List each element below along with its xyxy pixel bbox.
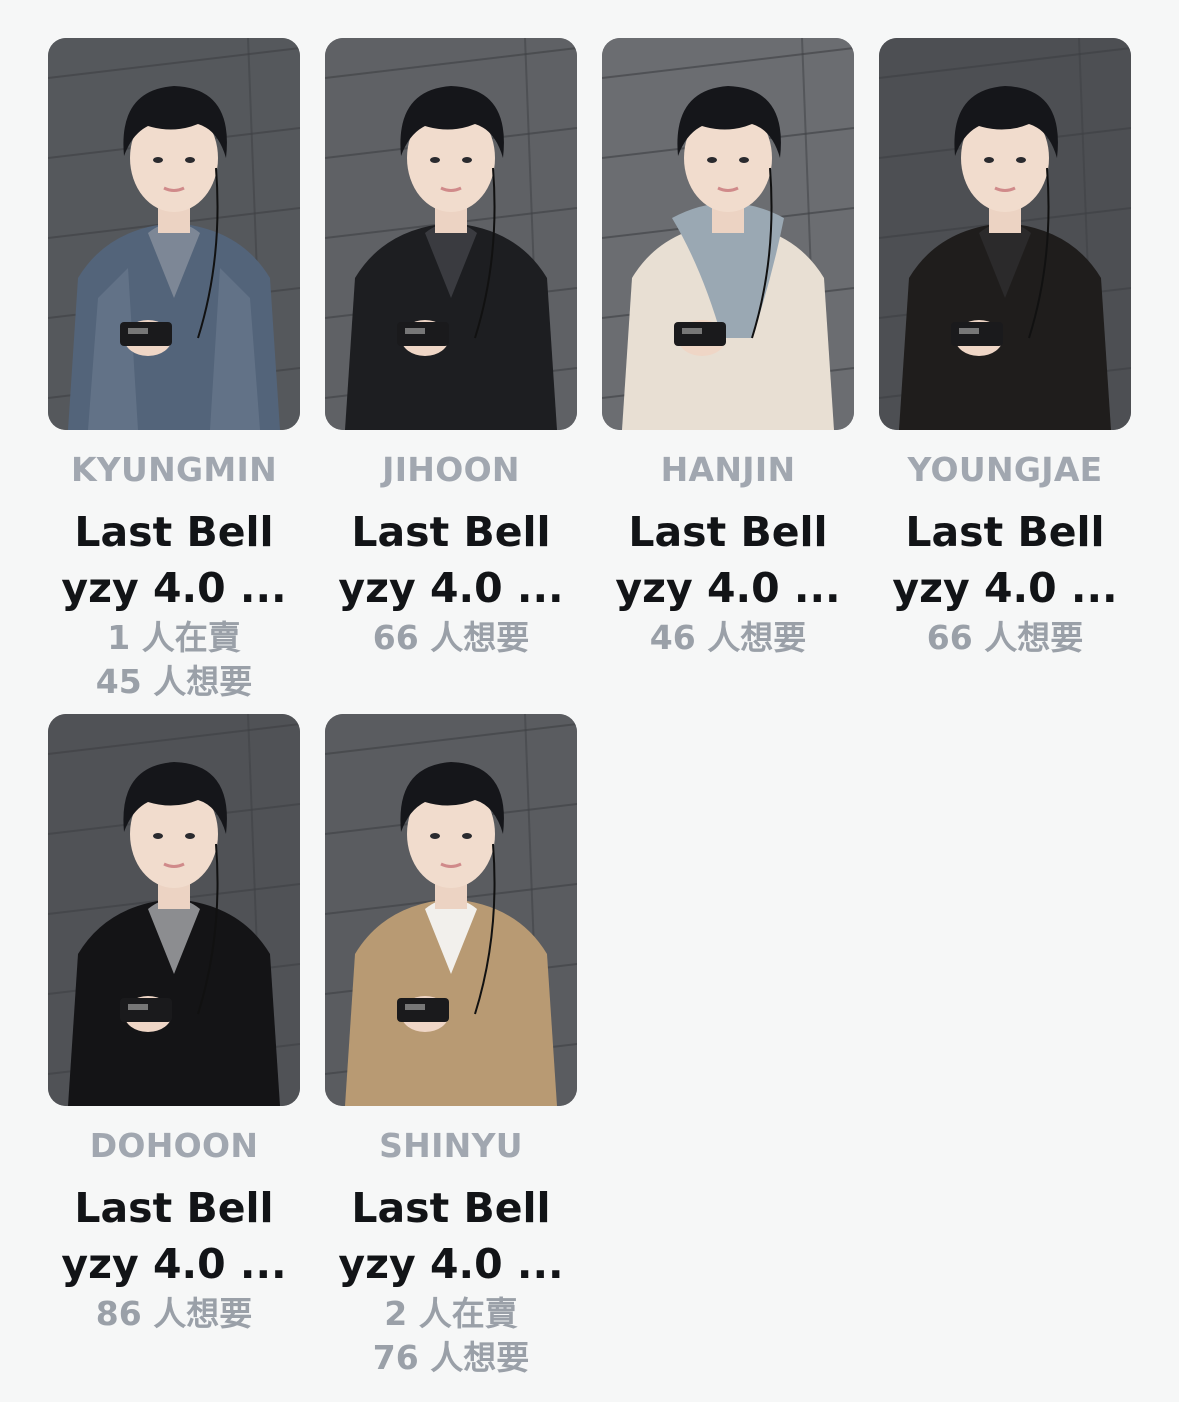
card-title-line2: yzy 4.0 ...: [338, 564, 564, 612]
portrait-illustration: [879, 38, 1131, 430]
member-name: HANJIN: [660, 450, 796, 489]
photocard-item[interactable]: HANJIN Last Bell yzy 4.0 ... 46 人想要: [602, 38, 854, 714]
selling-count: 1 人在賣: [107, 618, 241, 657]
selling-count: 2 人在賣: [384, 1294, 518, 1333]
photocard-image[interactable]: [48, 714, 300, 1106]
photocard-image[interactable]: [879, 38, 1131, 430]
card-title-line1: Last Bell: [74, 1184, 274, 1232]
photocard-item[interactable]: YOUNGJAE Last Bell yzy 4.0 ... 66 人想要: [879, 38, 1131, 714]
member-name: DOHOON: [89, 1126, 259, 1165]
card-title: Last Bell yzy 4.0 ...: [338, 504, 563, 616]
photocard-image[interactable]: [602, 38, 854, 430]
card-title-line1: Last Bell: [628, 508, 828, 556]
card-title-line1: Last Bell: [351, 508, 551, 556]
wanted-count: 66 人想要: [926, 618, 1084, 657]
wanted-count: 66 人想要: [372, 618, 530, 657]
card-title: Last Bell yzy 4.0 ...: [338, 1180, 563, 1292]
card-title-line2: yzy 4.0 ...: [61, 564, 287, 612]
portrait-illustration: [325, 714, 577, 1106]
photocard-item[interactable]: DOHOON Last Bell yzy 4.0 ... 86 人想要: [48, 714, 300, 1390]
photocard-image[interactable]: [325, 38, 577, 430]
portrait-illustration: [48, 38, 300, 430]
wanted-count: 46 人想要: [649, 618, 807, 657]
member-name: SHINYU: [379, 1126, 523, 1165]
card-title-line2: yzy 4.0 ...: [338, 1240, 564, 1288]
member-name: KYUNGMIN: [70, 450, 278, 489]
photocard-item[interactable]: SHINYU Last Bell yzy 4.0 ... 2 人在賣 76 人想…: [325, 714, 577, 1390]
card-title-line2: yzy 4.0 ...: [615, 564, 841, 612]
photocard-image[interactable]: [325, 714, 577, 1106]
card-title-line2: yzy 4.0 ...: [61, 1240, 287, 1288]
card-title: Last Bell yzy 4.0 ...: [615, 504, 840, 616]
photocard-item[interactable]: JIHOON Last Bell yzy 4.0 ... 66 人想要: [325, 38, 577, 714]
card-title-line2: yzy 4.0 ...: [892, 564, 1118, 612]
photocard-item[interactable]: KYUNGMIN Last Bell yzy 4.0 ... 1 人在賣 45 …: [48, 38, 300, 714]
wanted-count: 76 人想要: [372, 1338, 530, 1377]
card-title: Last Bell yzy 4.0 ...: [892, 504, 1117, 616]
portrait-illustration: [48, 714, 300, 1106]
photocard-grid: KYUNGMIN Last Bell yzy 4.0 ... 1 人在賣 45 …: [48, 38, 1131, 1390]
card-title-line1: Last Bell: [74, 508, 274, 556]
photocard-image[interactable]: [48, 38, 300, 430]
member-name: YOUNGJAE: [907, 450, 1103, 489]
card-title: Last Bell yzy 4.0 ...: [61, 504, 286, 616]
portrait-illustration: [325, 38, 577, 430]
wanted-count: 45 人想要: [95, 662, 253, 701]
member-name: JIHOON: [382, 450, 520, 489]
card-title: Last Bell yzy 4.0 ...: [61, 1180, 286, 1292]
card-title-line1: Last Bell: [351, 1184, 551, 1232]
wanted-count: 86 人想要: [95, 1294, 253, 1333]
portrait-illustration: [602, 38, 854, 430]
card-title-line1: Last Bell: [905, 508, 1105, 556]
